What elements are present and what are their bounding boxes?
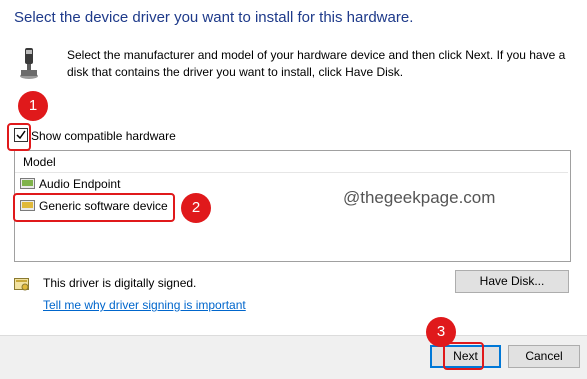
- header-divider: [15, 172, 568, 173]
- have-disk-button[interactable]: Have Disk...: [455, 270, 569, 293]
- dialog-heading: Select the device driver you want to ins…: [14, 9, 414, 26]
- step-badge-1: 1: [18, 91, 48, 121]
- step-badge-2: 2: [181, 193, 211, 223]
- list-item-audio-endpoint[interactable]: Audio Endpoint: [20, 177, 120, 193]
- highlight-next-button: [443, 342, 484, 370]
- watermark-text: @thegeekpage.com: [343, 188, 496, 207]
- highlight-checkbox: [7, 123, 31, 151]
- show-compatible-label[interactable]: Show compatible hardware: [31, 129, 176, 143]
- footer-divider: [0, 335, 587, 336]
- highlight-generic-device: [13, 193, 175, 222]
- step-badge-3: 3: [426, 317, 456, 347]
- driver-signing-link[interactable]: Tell me why driver signing is important: [43, 298, 246, 312]
- driver-signed-status: This driver is digitally signed.: [43, 276, 197, 290]
- device-icon: [20, 177, 36, 190]
- list-item-label: Audio Endpoint: [39, 177, 121, 191]
- model-column-header[interactable]: Model: [23, 155, 56, 169]
- cancel-button[interactable]: Cancel: [508, 345, 580, 368]
- signed-driver-icon: [14, 276, 30, 292]
- dialog-instructions: Select the manufacturer and model of you…: [67, 48, 566, 79]
- hardware-wizard-icon: [18, 47, 40, 81]
